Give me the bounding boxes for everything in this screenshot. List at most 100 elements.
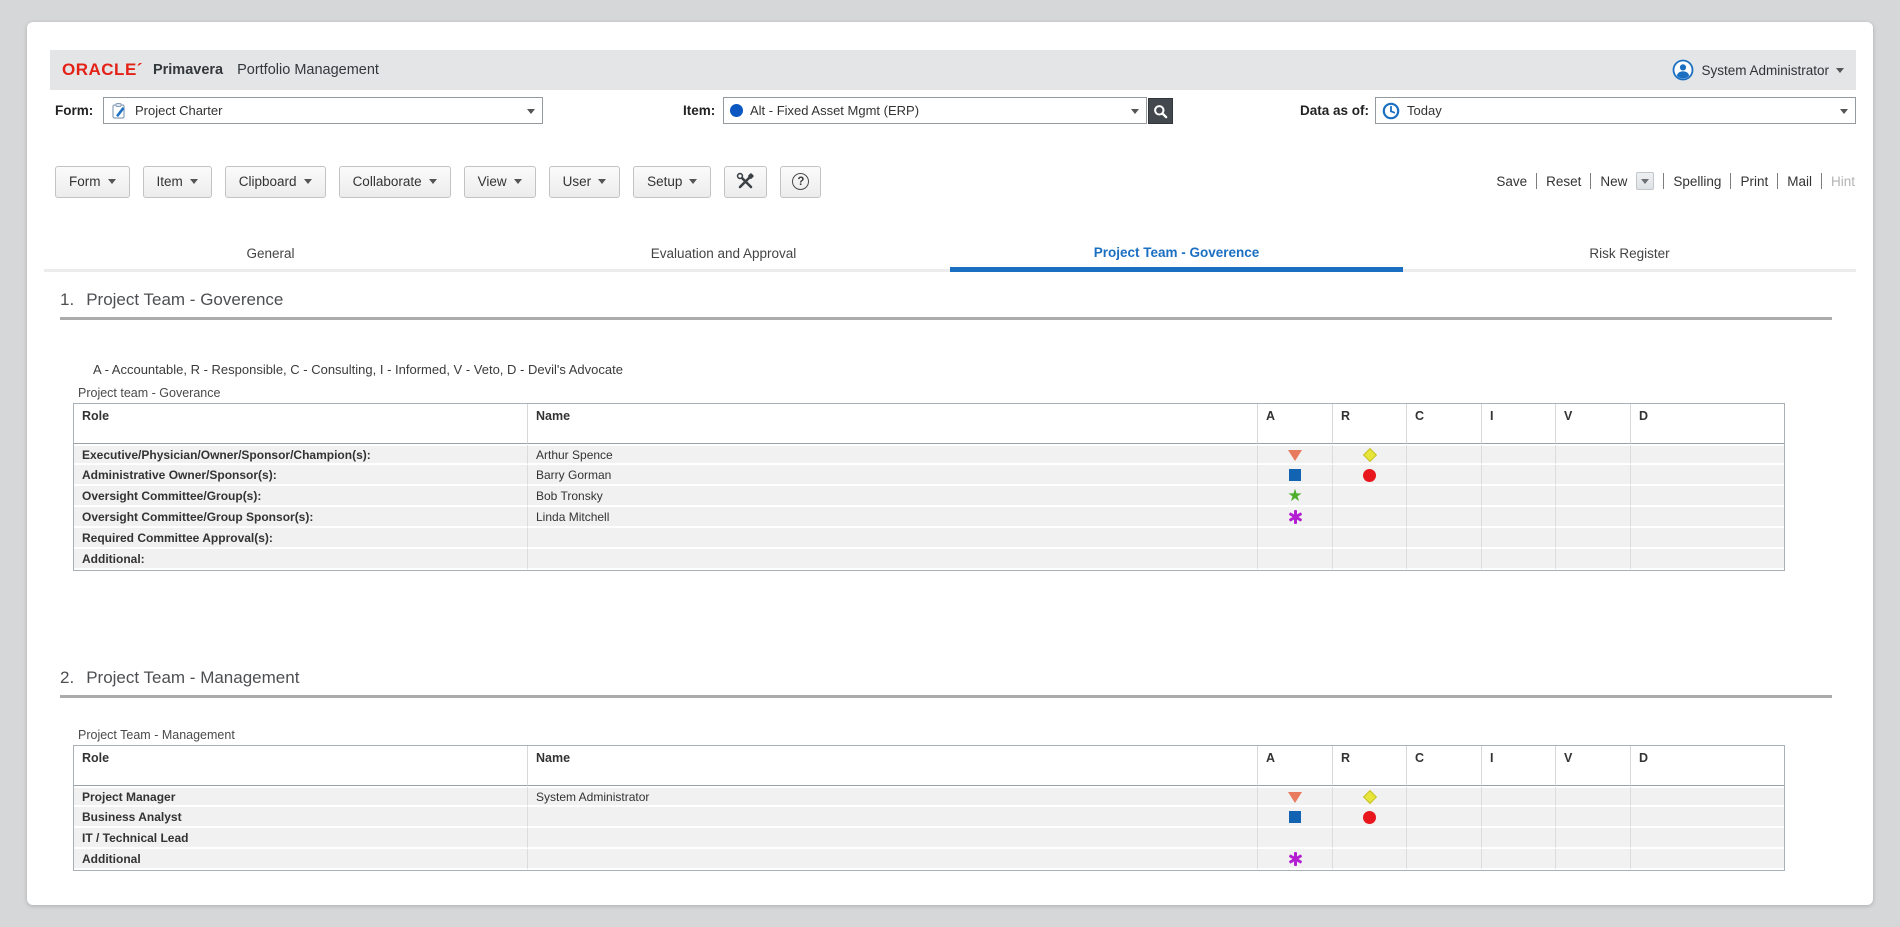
raci-cell-c[interactable]: [1407, 828, 1482, 849]
raci-cell-i[interactable]: [1482, 465, 1556, 486]
name-cell[interactable]: [528, 807, 1258, 828]
raci-cell-a[interactable]: [1258, 507, 1333, 528]
name-cell[interactable]: [528, 528, 1258, 549]
raci-cell-i[interactable]: [1482, 828, 1556, 849]
menu-button-collaborate[interactable]: Collaborate: [339, 166, 451, 198]
raci-cell-r[interactable]: [1333, 849, 1407, 870]
tab-evaluation-and-approval[interactable]: Evaluation and Approval: [497, 238, 950, 272]
raci-cell-c[interactable]: [1407, 807, 1482, 828]
raci-cell-c[interactable]: [1407, 849, 1482, 870]
new-dropdown-button[interactable]: [1636, 172, 1654, 190]
tools-button[interactable]: [724, 166, 767, 198]
raci-cell-a[interactable]: [1258, 786, 1333, 807]
raci-cell-d[interactable]: [1631, 528, 1784, 549]
help-button[interactable]: ?: [780, 166, 821, 198]
menu-button-clipboard[interactable]: Clipboard: [225, 166, 326, 198]
raci-cell-a[interactable]: [1258, 528, 1333, 549]
raci-cell-c[interactable]: [1407, 465, 1482, 486]
raci-cell-a[interactable]: ★: [1258, 486, 1333, 507]
raci-cell-v[interactable]: [1556, 465, 1631, 486]
raci-cell-r[interactable]: [1333, 465, 1407, 486]
raci-cell-i[interactable]: [1482, 507, 1556, 528]
raci-cell-v[interactable]: [1556, 507, 1631, 528]
form-select[interactable]: Project Charter: [103, 97, 543, 124]
item-select[interactable]: Alt - Fixed Asset Mgmt (ERP): [723, 97, 1147, 124]
raci-cell-a[interactable]: [1258, 465, 1333, 486]
raci-cell-d[interactable]: [1631, 849, 1784, 870]
data-as-of-select[interactable]: Today: [1375, 97, 1856, 124]
column-header-i: I: [1482, 404, 1556, 444]
raci-cell-d[interactable]: [1631, 486, 1784, 507]
raci-cell-v[interactable]: [1556, 786, 1631, 807]
menu-button-user[interactable]: User: [549, 166, 621, 198]
raci-cell-d[interactable]: [1631, 465, 1784, 486]
menu-button-form[interactable]: Form: [55, 166, 130, 198]
column-header-a: A: [1258, 404, 1333, 444]
raci-cell-c[interactable]: [1407, 507, 1482, 528]
raci-cell-r[interactable]: [1333, 828, 1407, 849]
raci-cell-i[interactable]: [1482, 549, 1556, 570]
print-link[interactable]: Print: [1740, 174, 1768, 189]
raci-cell-d[interactable]: [1631, 828, 1784, 849]
raci-cell-v[interactable]: [1556, 528, 1631, 549]
raci-cell-r[interactable]: [1333, 786, 1407, 807]
menu-button-view[interactable]: View: [464, 166, 536, 198]
spelling-link[interactable]: Spelling: [1673, 174, 1721, 189]
separator: [1777, 173, 1778, 189]
raci-cell-i[interactable]: [1482, 528, 1556, 549]
name-cell[interactable]: [528, 828, 1258, 849]
raci-cell-d[interactable]: [1631, 444, 1784, 465]
data-as-of-value: Today: [1407, 103, 1442, 118]
raci-cell-i[interactable]: [1482, 807, 1556, 828]
tab-general[interactable]: General: [44, 238, 497, 272]
raci-cell-v[interactable]: [1556, 849, 1631, 870]
raci-cell-v[interactable]: [1556, 486, 1631, 507]
raci-cell-a[interactable]: [1258, 549, 1333, 570]
raci-cell-d[interactable]: [1631, 507, 1784, 528]
raci-cell-r[interactable]: [1333, 549, 1407, 570]
save-link[interactable]: Save: [1496, 174, 1527, 189]
raci-cell-d[interactable]: [1631, 807, 1784, 828]
menu-button-item[interactable]: Item: [143, 166, 212, 198]
raci-cell-r[interactable]: [1333, 807, 1407, 828]
mail-link[interactable]: Mail: [1787, 174, 1812, 189]
item-search-button[interactable]: [1148, 98, 1173, 124]
raci-cell-r[interactable]: [1333, 528, 1407, 549]
name-cell[interactable]: Linda Mitchell: [528, 507, 1258, 528]
raci-cell-a[interactable]: [1258, 444, 1333, 465]
raci-cell-a[interactable]: [1258, 828, 1333, 849]
reset-link[interactable]: Reset: [1546, 174, 1581, 189]
raci-cell-r[interactable]: [1333, 507, 1407, 528]
raci-cell-c[interactable]: [1407, 486, 1482, 507]
raci-cell-v[interactable]: [1556, 549, 1631, 570]
raci-cell-c[interactable]: [1407, 528, 1482, 549]
raci-cell-v[interactable]: [1556, 444, 1631, 465]
name-cell[interactable]: Barry Gorman: [528, 465, 1258, 486]
raci-cell-i[interactable]: [1482, 444, 1556, 465]
name-cell[interactable]: System Administrator: [528, 786, 1258, 807]
raci-cell-a[interactable]: [1258, 807, 1333, 828]
new-link[interactable]: New: [1600, 174, 1627, 189]
raci-cell-c[interactable]: [1407, 549, 1482, 570]
raci-cell-v[interactable]: [1556, 807, 1631, 828]
raci-cell-c[interactable]: [1407, 786, 1482, 807]
user-menu[interactable]: System Administrator: [1672, 59, 1844, 81]
raci-cell-c[interactable]: [1407, 444, 1482, 465]
tab-project-team-goverence[interactable]: Project Team - Goverence: [950, 238, 1403, 272]
raci-cell-d[interactable]: [1631, 549, 1784, 570]
raci-cell-r[interactable]: [1333, 444, 1407, 465]
menu-button-label: Collaborate: [353, 174, 422, 189]
menu-button-setup[interactable]: Setup: [633, 166, 711, 198]
raci-cell-i[interactable]: [1482, 486, 1556, 507]
raci-cell-a[interactable]: [1258, 849, 1333, 870]
name-cell[interactable]: Bob Tronsky: [528, 486, 1258, 507]
raci-cell-d[interactable]: [1631, 786, 1784, 807]
name-cell[interactable]: Arthur Spence: [528, 444, 1258, 465]
raci-cell-v[interactable]: [1556, 828, 1631, 849]
raci-cell-i[interactable]: [1482, 849, 1556, 870]
raci-cell-i[interactable]: [1482, 786, 1556, 807]
name-cell[interactable]: [528, 849, 1258, 870]
raci-cell-r[interactable]: [1333, 486, 1407, 507]
name-cell[interactable]: [528, 549, 1258, 570]
tab-risk-register[interactable]: Risk Register: [1403, 238, 1856, 272]
